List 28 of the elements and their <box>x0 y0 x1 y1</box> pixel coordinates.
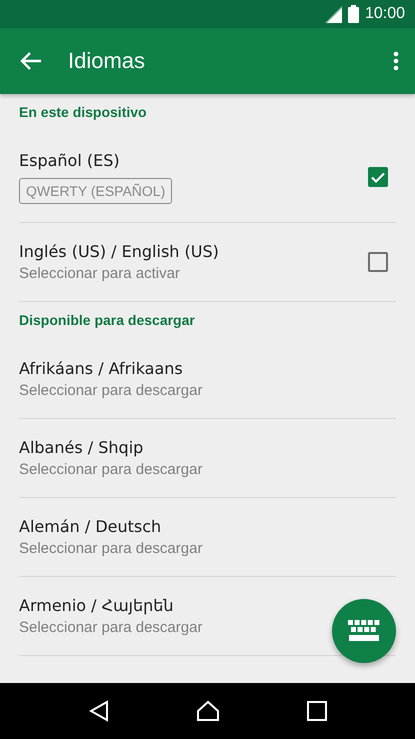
screen-title: Idiomas <box>68 48 146 74</box>
language-hint: Seleccionar para descargar <box>19 540 202 557</box>
back-icon[interactable] <box>20 51 42 71</box>
battery-icon <box>348 5 359 23</box>
section-header: Disponible para descargar <box>18 311 196 330</box>
language-hint: Seleccionar para descargar <box>19 461 202 478</box>
language-name: Afrikáans / Afrikaans <box>19 359 183 378</box>
layout-label: QWERTY (ESPAÑOL) <box>19 178 172 204</box>
language-name: Español (ES) <box>19 150 120 170</box>
check-icon <box>371 172 385 182</box>
recents-icon[interactable] <box>306 701 326 721</box>
keyboard-icon <box>348 620 380 642</box>
keyboard-button[interactable] <box>332 599 396 663</box>
checkbox[interactable] <box>368 167 388 187</box>
language-hint: Seleccionar para descargar <box>19 619 202 636</box>
signal-icon <box>324 6 342 22</box>
home-icon[interactable] <box>196 700 220 722</box>
language-name: Albanés / Shqip <box>19 438 144 457</box>
language-hint: Seleccionar para activar <box>19 265 180 282</box>
language-name: Armenio / Հայերեն <box>19 596 174 615</box>
language-name: Inglés (US) / English (US) <box>19 242 219 261</box>
language-hint: Seleccionar para descargar <box>19 382 202 399</box>
more-options-icon[interactable] <box>393 51 399 71</box>
section-header: En este dispositivo <box>18 103 148 122</box>
back-nav-icon[interactable] <box>88 700 108 722</box>
checkbox[interactable] <box>368 252 388 272</box>
status-time: 10:00 <box>364 5 405 23</box>
language-name: Alemán / Deutsch <box>19 517 162 536</box>
